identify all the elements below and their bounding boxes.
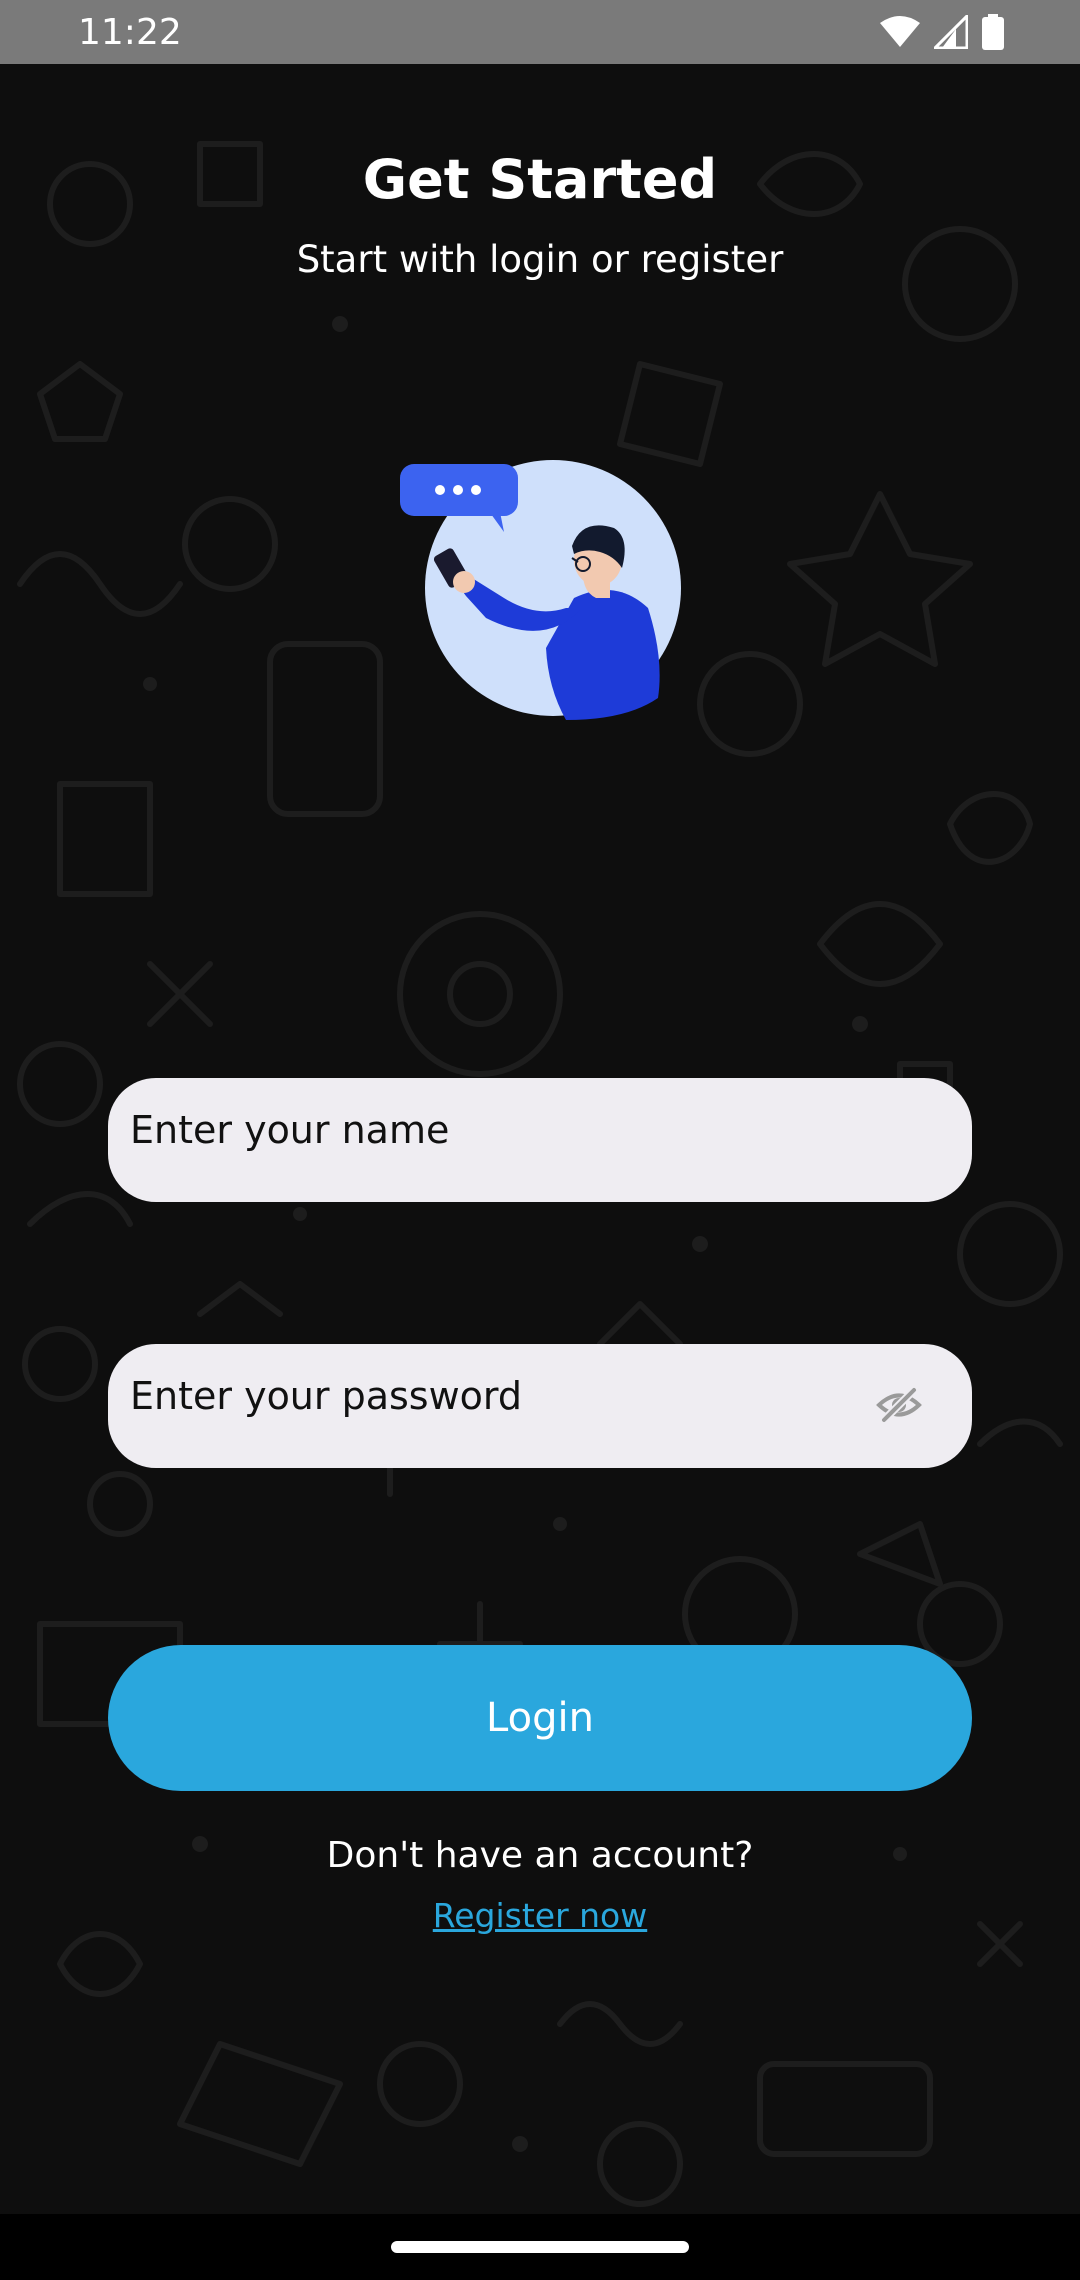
navigation-bar	[0, 2214, 1080, 2280]
status-time: 11:22	[78, 12, 182, 53]
login-button[interactable]: Login	[108, 1645, 972, 1791]
wifi-icon	[880, 16, 920, 47]
status-bar: 11:22	[0, 0, 1080, 64]
status-icons	[880, 14, 1004, 50]
name-input[interactable]: Enter your name	[108, 1078, 972, 1202]
cellular-signal-icon	[934, 15, 968, 49]
password-input-placeholder: Enter your password	[130, 1374, 523, 1418]
name-input-placeholder: Enter your name	[130, 1108, 450, 1152]
person-with-phone-chat-illustration	[400, 460, 681, 720]
eye-off-icon[interactable]	[876, 1382, 922, 1428]
page-subtitle: Start with login or register	[296, 238, 784, 281]
password-input[interactable]: Enter your password	[108, 1344, 972, 1468]
battery-icon	[982, 14, 1004, 50]
page-title: Get Started	[362, 148, 718, 211]
home-gesture-handle[interactable]	[391, 2241, 689, 2253]
register-now-link[interactable]: Register now	[0, 1896, 1080, 1935]
login-screen: 11:22 Get Started Start with login or re…	[0, 0, 1080, 2280]
no-account-text: Don't have an account?	[326, 1835, 754, 1876]
